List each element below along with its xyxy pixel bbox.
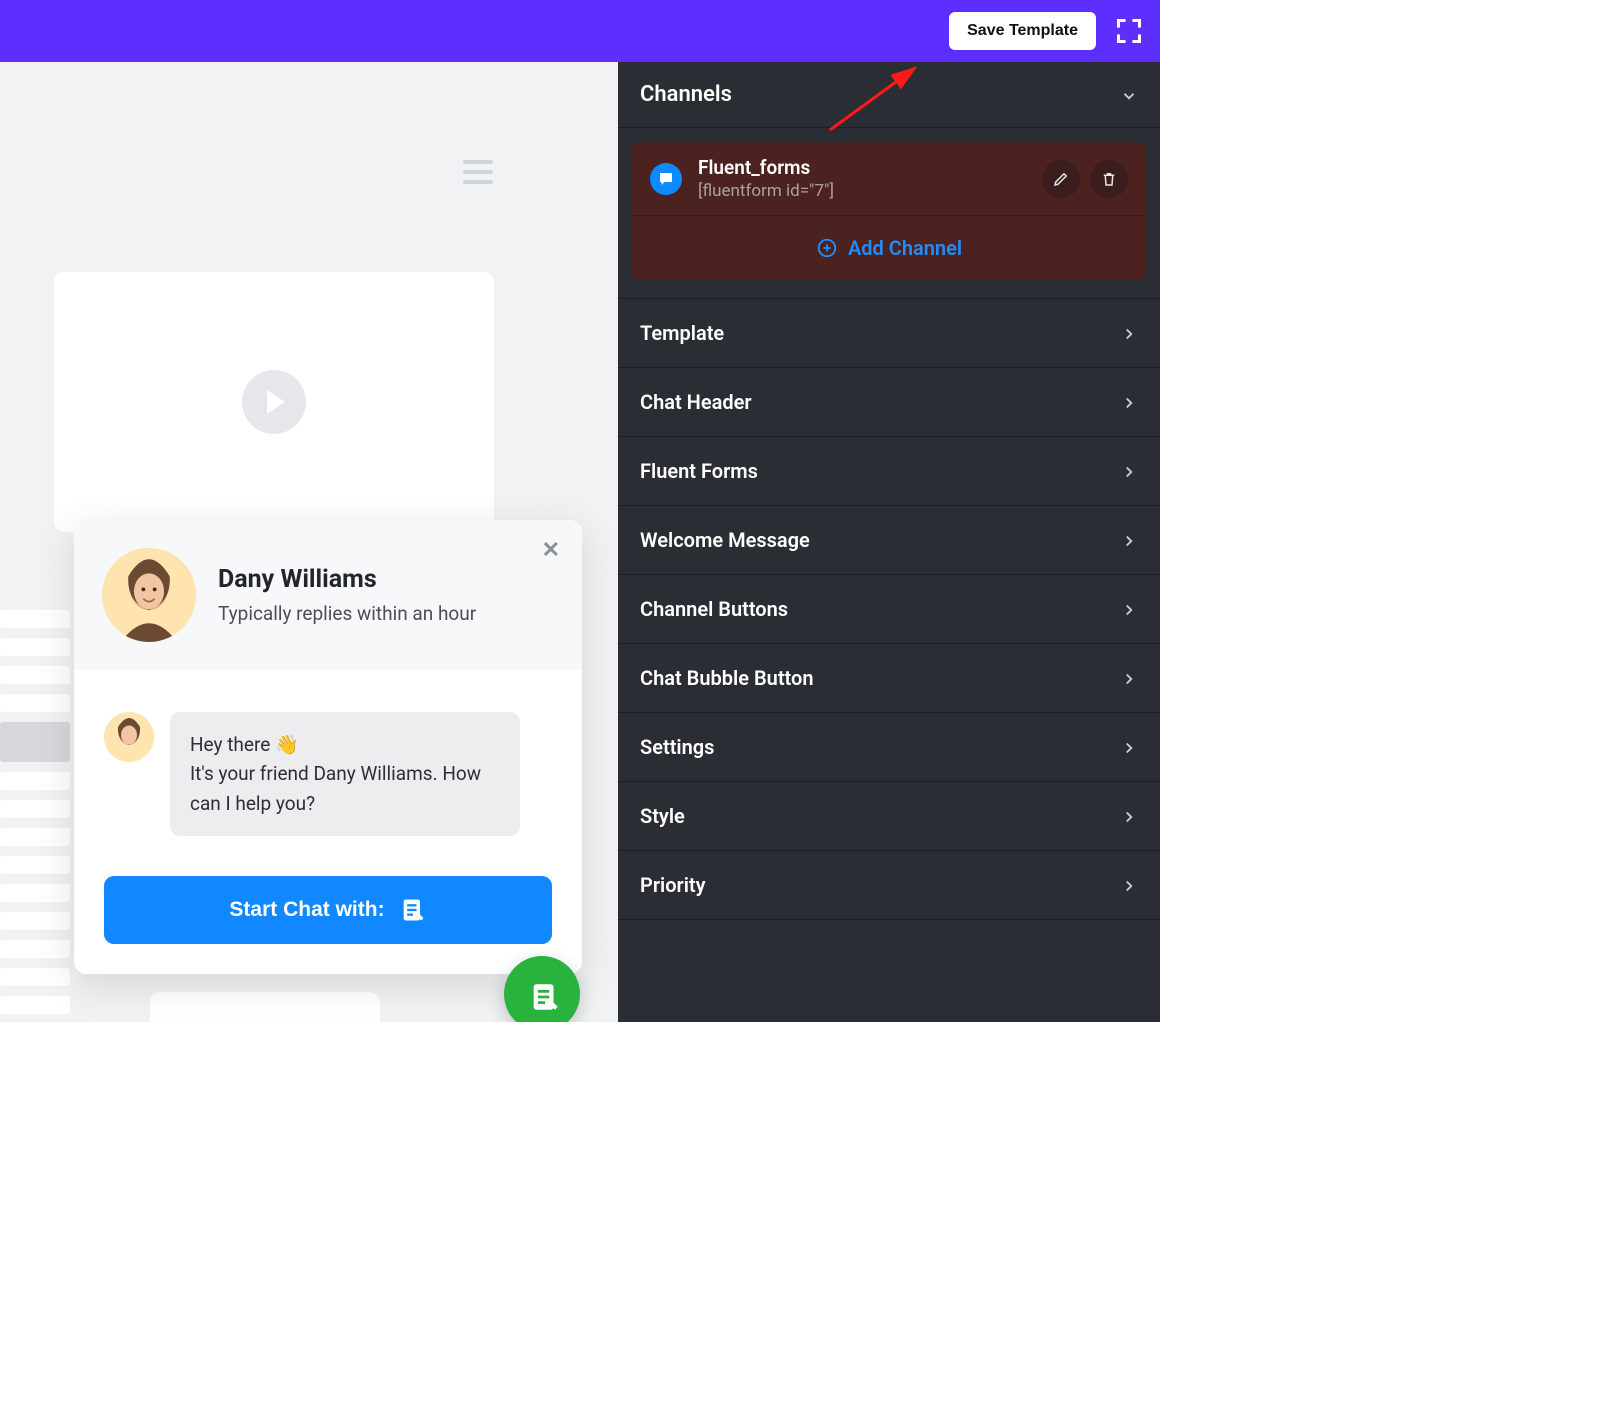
chevron-right-icon — [1120, 600, 1138, 618]
skeleton-card — [150, 992, 380, 1022]
message-row: Hey there 👋 It's your friend Dany Willia… — [104, 712, 552, 836]
chat-bubble-fab[interactable] — [504, 956, 580, 1022]
channel-subtitle: [fluentform id="7"] — [698, 181, 834, 201]
skeleton-lines — [0, 610, 70, 1022]
section-chat-bubble-button[interactable]: Chat Bubble Button — [618, 644, 1160, 713]
chat-header: Dany Williams Typically replies within a… — [74, 520, 582, 670]
channel-actions — [1042, 160, 1128, 198]
section-style[interactable]: Style — [618, 782, 1160, 851]
chevron-right-icon — [1120, 462, 1138, 480]
chat-message: Hey there 👋 It's your friend Dany Willia… — [170, 712, 520, 836]
skeleton-video-card — [54, 272, 494, 532]
section-label: Settings — [640, 735, 714, 759]
chevron-right-icon — [1120, 738, 1138, 756]
section-label: Chat Bubble Button — [640, 666, 814, 690]
fullscreen-icon[interactable] — [1114, 16, 1144, 46]
section-label: Style — [640, 804, 685, 828]
save-template-button[interactable]: Save Template — [949, 12, 1096, 50]
chat-header-info: Dany Williams Typically replies within a… — [218, 565, 476, 625]
delete-channel-button[interactable] — [1090, 160, 1128, 198]
avatar-small — [104, 712, 154, 762]
channel-text: Fluent_forms [fluentform id="7"] — [698, 156, 834, 201]
add-channel-label: Add Channel — [848, 236, 962, 260]
chevron-right-icon — [1120, 393, 1138, 411]
chevron-right-icon — [1120, 669, 1138, 687]
avatar — [102, 548, 196, 642]
channels-title: Channels — [640, 82, 732, 107]
form-icon — [528, 980, 556, 1008]
channels-section-header[interactable]: Channels — [618, 62, 1160, 128]
section-template[interactable]: Template — [618, 299, 1160, 368]
chat-widget: Dany Williams Typically replies within a… — [74, 520, 582, 974]
add-channel-button[interactable]: Add Channel — [632, 216, 1146, 280]
start-chat-button[interactable]: Start Chat with: — [104, 876, 552, 944]
section-label: Template — [640, 321, 724, 345]
section-fluent-forms[interactable]: Fluent Forms — [618, 437, 1160, 506]
reply-time: Typically replies within an hour — [218, 602, 476, 625]
chevron-right-icon — [1120, 807, 1138, 825]
channels-section-body: Fluent_forms [fluentform id="7"] A — [618, 128, 1160, 299]
section-label: Channel Buttons — [640, 597, 788, 621]
section-label: Priority — [640, 873, 706, 897]
main-layout: Dany Williams Typically replies within a… — [0, 62, 1160, 1022]
chevron-right-icon — [1120, 531, 1138, 549]
chevron-right-icon — [1120, 324, 1138, 342]
form-icon — [399, 896, 427, 924]
close-icon[interactable]: ✕ — [542, 538, 560, 563]
edit-channel-button[interactable] — [1042, 160, 1080, 198]
section-label: Chat Header — [640, 390, 752, 414]
channel-title: Fluent_forms — [698, 156, 834, 179]
section-priority[interactable]: Priority — [618, 851, 1160, 920]
chat-body: Hey there 👋 It's your friend Dany Willia… — [74, 670, 582, 974]
chevron-right-icon — [1120, 876, 1138, 894]
section-welcome-message[interactable]: Welcome Message — [618, 506, 1160, 575]
preview-pane: Dany Williams Typically replies within a… — [0, 62, 618, 1022]
top-bar: Save Template — [0, 0, 1160, 62]
section-label: Welcome Message — [640, 528, 810, 552]
start-chat-label: Start Chat with: — [229, 898, 384, 922]
section-chat-header[interactable]: Chat Header — [618, 368, 1160, 437]
channel-item[interactable]: Fluent_forms [fluentform id="7"] — [632, 142, 1146, 216]
agent-name: Dany Williams — [218, 565, 476, 594]
hamburger-icon[interactable] — [463, 160, 493, 184]
channel-card: Fluent_forms [fluentform id="7"] A — [632, 142, 1146, 280]
section-label: Fluent Forms — [640, 459, 758, 483]
section-settings[interactable]: Settings — [618, 713, 1160, 782]
section-channel-buttons[interactable]: Channel Buttons — [618, 575, 1160, 644]
channel-type-icon — [650, 163, 682, 195]
play-icon — [242, 370, 306, 434]
config-pane: Channels Fluent_forms [fluentform id="7"… — [618, 62, 1160, 1022]
chevron-down-icon — [1120, 86, 1138, 104]
